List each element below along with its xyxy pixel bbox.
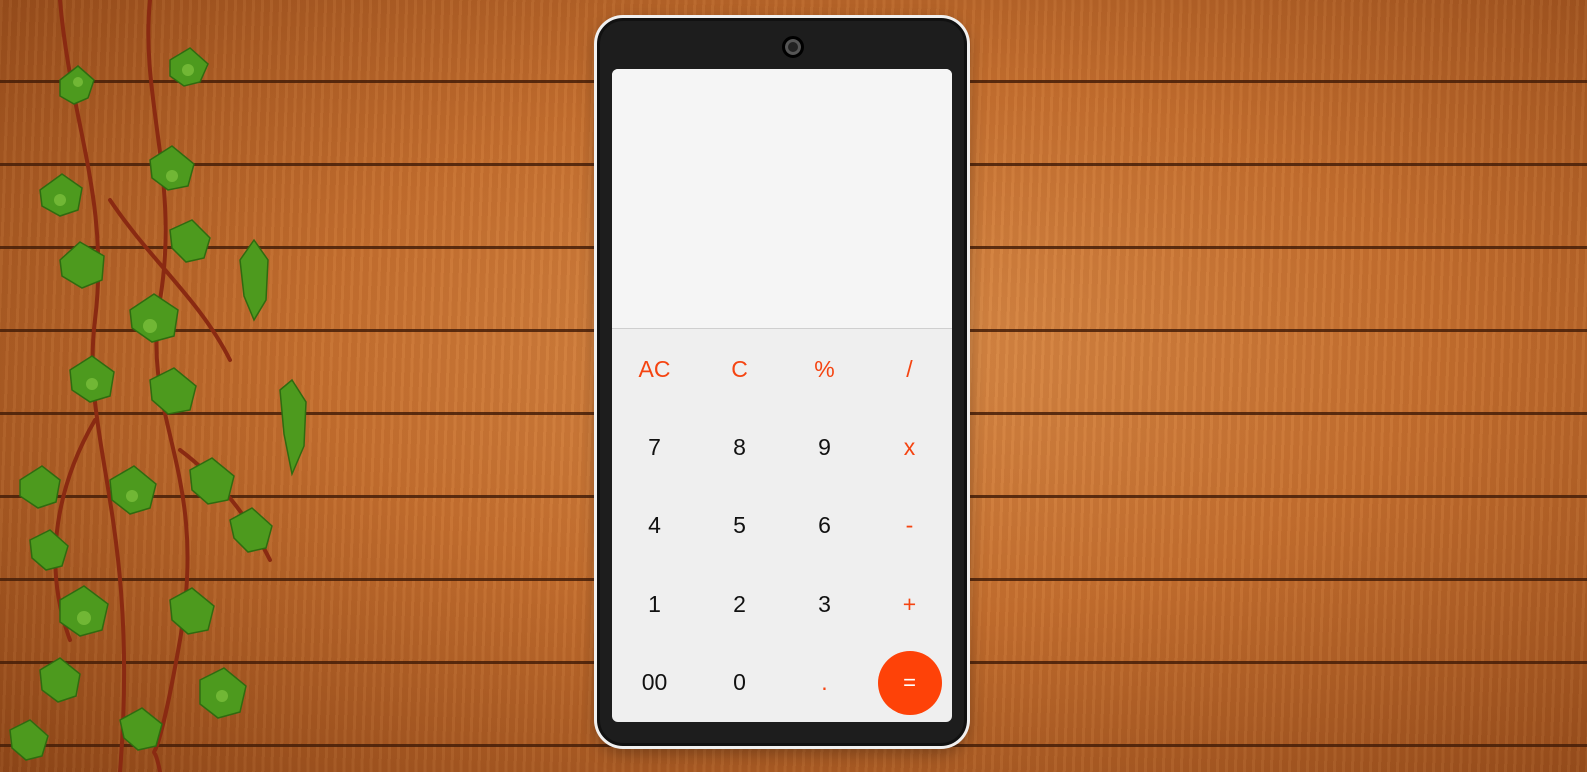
camera-icon	[782, 36, 804, 58]
key-decimal[interactable]: .	[782, 644, 867, 722]
key-7[interactable]: 7	[612, 408, 697, 486]
key-6[interactable]: 6	[782, 487, 867, 565]
key-9[interactable]: 9	[782, 408, 867, 486]
key-percent[interactable]: %	[782, 330, 867, 408]
key-5[interactable]: 5	[697, 487, 782, 565]
ivy-vine-decoration	[0, 0, 330, 772]
calculator-display	[612, 69, 952, 329]
key-subtract[interactable]: -	[867, 487, 952, 565]
keypad: AC C % / 7 8 9 x 4 5 6 - 1 2 3 + 00 0 . …	[612, 330, 952, 722]
key-divide[interactable]: /	[867, 330, 952, 408]
key-all-clear[interactable]: AC	[612, 330, 697, 408]
key-8[interactable]: 8	[697, 408, 782, 486]
key-4[interactable]: 4	[612, 487, 697, 565]
key-equals[interactable]: =	[877, 650, 942, 715]
key-0[interactable]: 0	[697, 644, 782, 722]
key-1[interactable]: 1	[612, 565, 697, 643]
calculator-screen: AC C % / 7 8 9 x 4 5 6 - 1 2 3 + 00 0 . …	[612, 69, 952, 722]
key-add[interactable]: +	[867, 565, 952, 643]
key-clear[interactable]: C	[697, 330, 782, 408]
key-3[interactable]: 3	[782, 565, 867, 643]
key-multiply[interactable]: x	[867, 408, 952, 486]
key-double-zero[interactable]: 00	[612, 644, 697, 722]
phone-frame: AC C % / 7 8 9 x 4 5 6 - 1 2 3 + 00 0 . …	[597, 18, 967, 746]
key-2[interactable]: 2	[697, 565, 782, 643]
